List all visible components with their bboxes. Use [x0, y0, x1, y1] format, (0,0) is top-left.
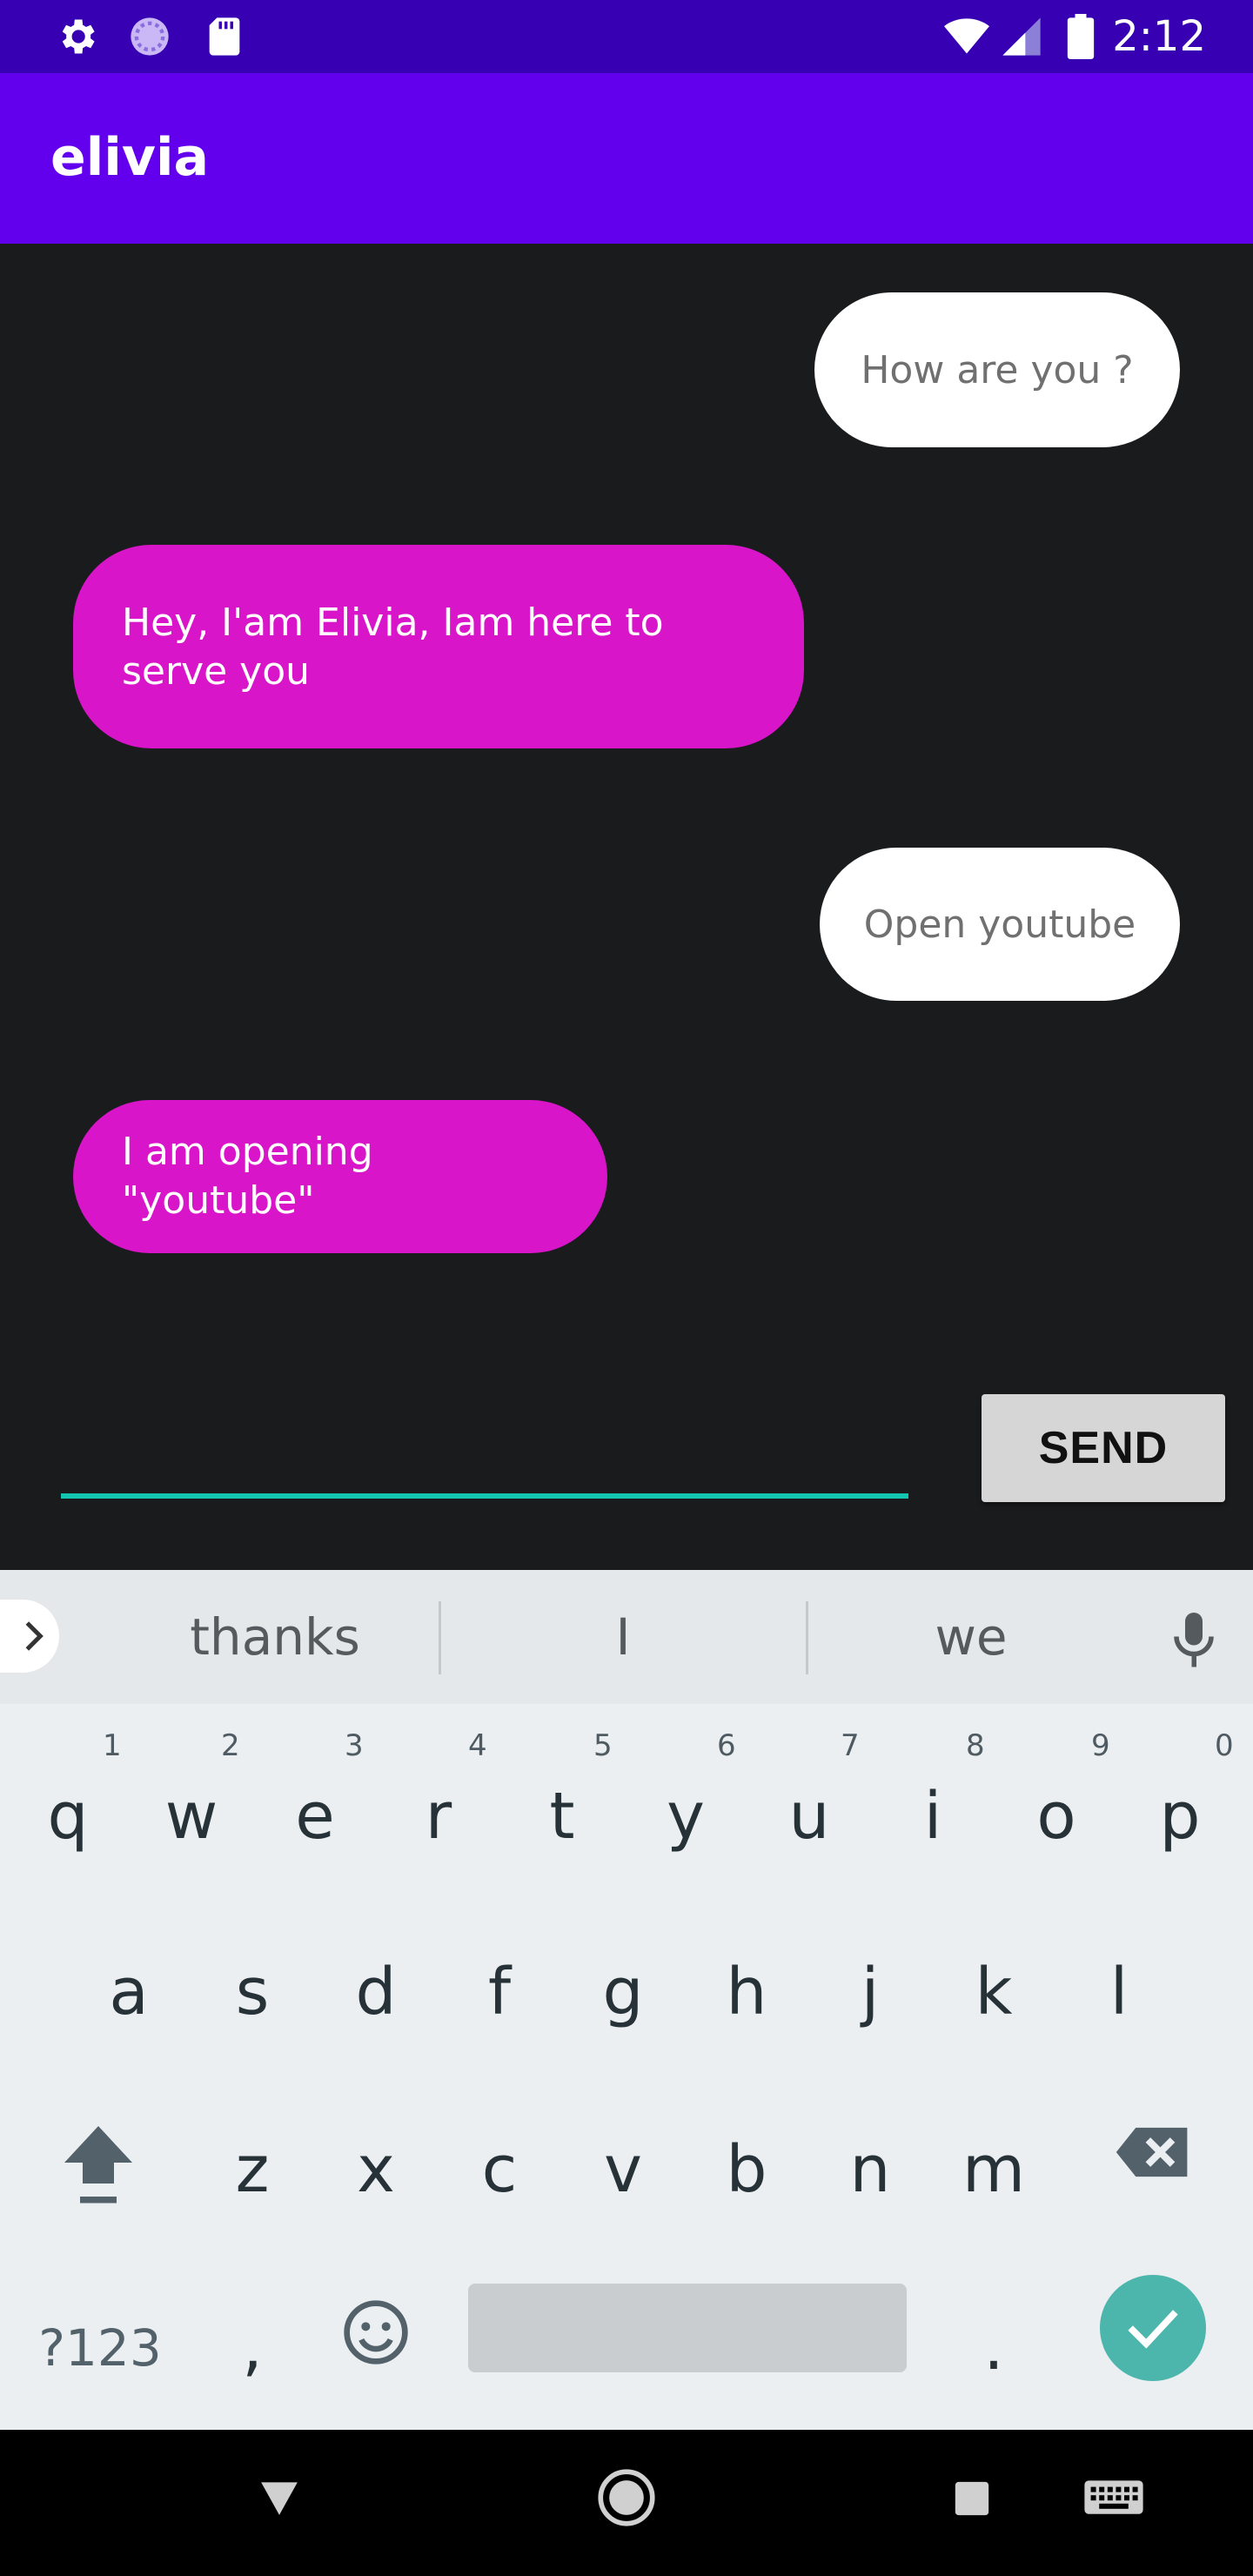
- key-w[interactable]: w: [139, 1779, 244, 1854]
- key-o[interactable]: o: [1004, 1779, 1109, 1854]
- key-hint: 5: [593, 1728, 613, 1763]
- suggestion-item[interactable]: I: [449, 1570, 797, 1704]
- comma-key[interactable]: ,: [200, 2310, 305, 2385]
- expand-suggestions-button[interactable]: [0, 1600, 59, 1673]
- key-l[interactable]: l: [1067, 1955, 1171, 2029]
- home-icon[interactable]: [597, 2468, 656, 2527]
- shift-icon[interactable]: [59, 2120, 137, 2210]
- status-time: 2:12: [1112, 12, 1206, 61]
- chat-message-user: Open youtube: [820, 848, 1180, 1001]
- key-d[interactable]: d: [324, 1955, 428, 2029]
- key-k[interactable]: k: [941, 1955, 1046, 2029]
- key-s[interactable]: s: [200, 1955, 305, 2029]
- key-hint: 4: [468, 1728, 487, 1763]
- input-underline: [61, 1493, 908, 1499]
- key-hint: 0: [1215, 1728, 1234, 1763]
- navigation-bar: [0, 2430, 1253, 2576]
- key-hint: 8: [966, 1728, 985, 1763]
- app-title: elivia: [50, 127, 209, 188]
- key-hint: 1: [103, 1728, 122, 1763]
- period-key[interactable]: .: [941, 2310, 1046, 2385]
- chat-message-bot: Hey, I'am Elivia, Iam here to serve you: [73, 545, 804, 748]
- key-hint: 2: [221, 1728, 240, 1763]
- key-t[interactable]: t: [510, 1779, 614, 1854]
- key-x[interactable]: x: [324, 2132, 428, 2207]
- settings-icon: [62, 19, 95, 54]
- key-a[interactable]: a: [77, 1955, 181, 2029]
- key-f[interactable]: f: [447, 1955, 552, 2029]
- key-z[interactable]: z: [200, 2132, 305, 2207]
- key-u[interactable]: u: [757, 1779, 861, 1854]
- chat-message-user: How are you ?: [814, 292, 1180, 447]
- sync-icon: [131, 17, 169, 56]
- key-i[interactable]: i: [881, 1779, 985, 1854]
- wifi-icon: [944, 18, 989, 54]
- soft-keyboard: thanks I we q w e r t y u i o p 1 2 3 4 …: [0, 1570, 1253, 2430]
- suggestion-item[interactable]: thanks: [101, 1570, 449, 1704]
- key-m[interactable]: m: [941, 2132, 1046, 2207]
- space-bar[interactable]: [468, 2284, 907, 2372]
- key-e[interactable]: e: [263, 1779, 367, 1854]
- key-hint: 9: [1091, 1728, 1110, 1763]
- recents-icon[interactable]: [952, 2479, 992, 2519]
- status-bar: 2:12: [0, 0, 1253, 73]
- key-hint: 7: [841, 1728, 860, 1763]
- message-input[interactable]: [61, 1410, 912, 1490]
- symbols-key[interactable]: ?123: [17, 2318, 183, 2378]
- key-j[interactable]: j: [818, 1955, 922, 2029]
- app-bar: elivia: [0, 73, 1253, 244]
- check-icon: [1128, 2310, 1178, 2349]
- key-n[interactable]: n: [818, 2132, 922, 2207]
- backspace-icon[interactable]: [1114, 2122, 1192, 2183]
- key-y[interactable]: y: [633, 1779, 738, 1854]
- key-q[interactable]: q: [16, 1779, 120, 1854]
- key-r[interactable]: r: [386, 1779, 491, 1854]
- chat-message-bot: I am opening "youtube": [73, 1100, 607, 1253]
- chevron-right-icon: [25, 1621, 44, 1651]
- emoji-icon[interactable]: [341, 2298, 411, 2367]
- battery-icon: [1067, 14, 1095, 59]
- keyboard-icon[interactable]: [1082, 2477, 1145, 2522]
- key-hint: 3: [345, 1728, 364, 1763]
- key-p[interactable]: p: [1128, 1779, 1232, 1854]
- microphone-icon[interactable]: [1168, 1608, 1220, 1669]
- suggestion-item[interactable]: we: [797, 1570, 1145, 1704]
- key-v[interactable]: v: [571, 2132, 675, 2207]
- suggestion-strip: thanks I we: [0, 1570, 1253, 1704]
- sd-card-icon: [209, 17, 240, 56]
- divider: [439, 1601, 441, 1674]
- send-button[interactable]: SEND: [982, 1394, 1225, 1502]
- key-b[interactable]: b: [694, 2132, 799, 2207]
- cell-signal-icon: [1002, 17, 1041, 56]
- enter-button[interactable]: [1100, 2275, 1206, 2381]
- key-hint: 6: [717, 1728, 736, 1763]
- key-h[interactable]: h: [694, 1955, 799, 2029]
- back-icon[interactable]: [258, 2475, 301, 2519]
- key-c[interactable]: c: [447, 2132, 552, 2207]
- key-g[interactable]: g: [571, 1955, 675, 2029]
